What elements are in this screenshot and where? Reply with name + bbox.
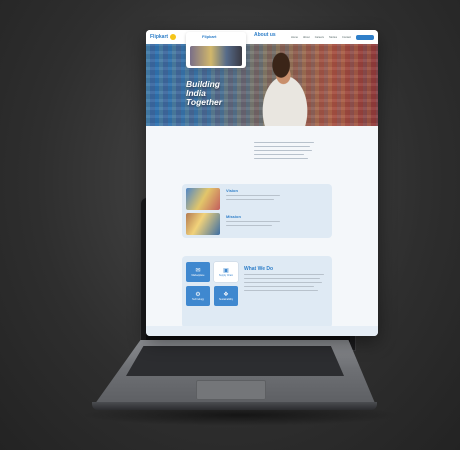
about-title: About us — [254, 32, 276, 38]
about-text-line — [254, 146, 310, 148]
about-card-logo: Flipkart — [202, 34, 217, 39]
laptop-base-edge — [92, 402, 377, 410]
laptop-touchpad — [196, 380, 266, 400]
logo-badge-icon — [170, 34, 177, 40]
hero-title: Building India Together — [186, 80, 222, 107]
about-card-photo — [190, 46, 242, 66]
vision-image — [186, 188, 220, 210]
nav-link-about[interactable]: About — [303, 36, 310, 39]
website-page: Flipkart Home About Careers Stories Cont… — [146, 30, 378, 336]
nav-link-home[interactable]: Home — [291, 36, 298, 39]
about-image-card: Flipkart — [186, 32, 246, 68]
nav-signin-button[interactable] — [356, 34, 374, 40]
hero-person-photo — [246, 50, 324, 126]
tile-label: Technology — [191, 297, 205, 301]
about-text-line — [254, 150, 312, 152]
tile-label: Marketplace — [191, 273, 205, 277]
what-we-do-title: What We Do — [244, 266, 274, 272]
about-text-line — [254, 158, 308, 160]
about-text-line — [254, 154, 304, 156]
mission-image — [186, 213, 220, 235]
nav-link-stories[interactable]: Stories — [329, 36, 337, 39]
tile-marketplace[interactable]: ✉ Marketplace — [186, 262, 210, 282]
site-logo-text: Flipkart — [150, 34, 169, 40]
about-text-line — [254, 142, 314, 144]
nav-link-careers[interactable]: Careers — [315, 36, 324, 39]
site-logo[interactable]: Flipkart — [150, 34, 177, 40]
vision-title: Vision — [226, 188, 238, 193]
hero-banner: Building India Together — [146, 44, 378, 126]
hero-title-line: Together — [186, 97, 223, 107]
nav-links: Home About Careers Stories Contact — [291, 36, 351, 39]
tile-label: Supply Chain — [218, 273, 234, 277]
tile-label: Sustainability — [218, 297, 234, 301]
mission-title: Mission — [226, 214, 241, 219]
tile-supply-chain[interactable]: ▣ Supply Chain — [214, 262, 238, 282]
nav-link-contact[interactable]: Contact — [342, 36, 351, 39]
laptop-keyboard — [126, 346, 344, 376]
tile-sustainability[interactable]: ❖ Sustainability — [214, 286, 238, 306]
site-footer — [146, 326, 378, 336]
mockup-scene: Flipkart Home About Careers Stories Cont… — [0, 0, 460, 450]
tile-technology[interactable]: ⚙ Technology — [186, 286, 210, 306]
